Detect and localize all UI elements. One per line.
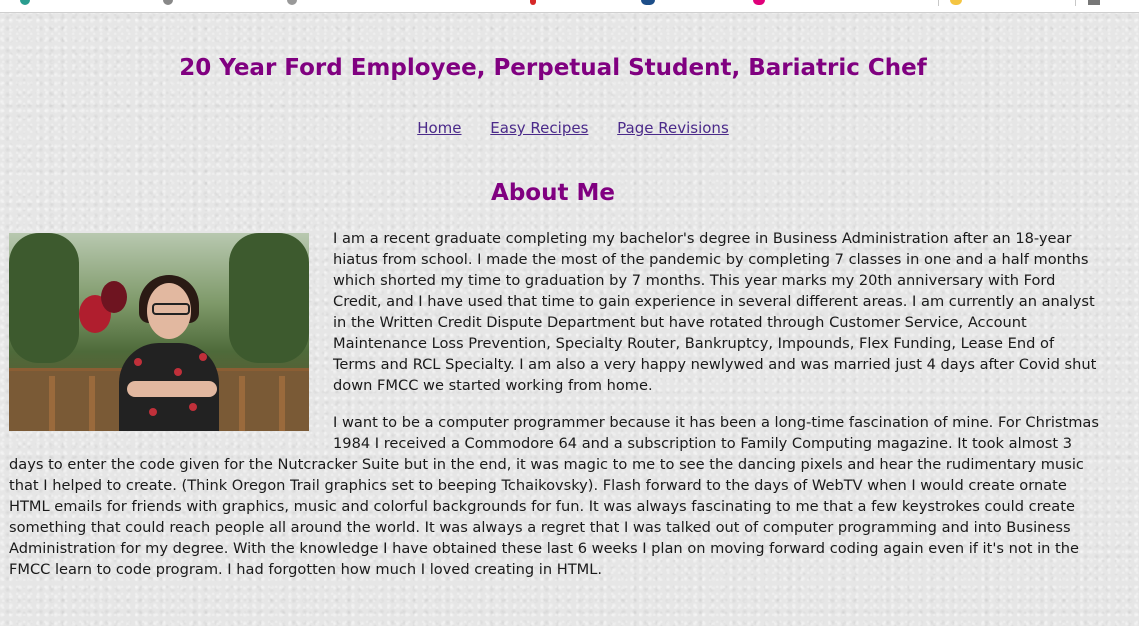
divider	[1075, 0, 1076, 6]
bookmark-icon[interactable]	[950, 0, 962, 5]
about-content: I am a recent graduate completing my bac…	[9, 228, 1099, 596]
nav-link-easy-recipes[interactable]: Easy Recipes	[490, 119, 588, 137]
person-arm	[127, 381, 217, 397]
nav-link-home[interactable]: Home	[417, 119, 461, 137]
bookmark-icon[interactable]	[530, 0, 536, 5]
balloon-shape	[101, 281, 127, 313]
dress-flower	[199, 353, 207, 361]
railing-post	[279, 376, 285, 431]
dress-flower	[134, 358, 142, 366]
bookmark-icon[interactable]	[641, 0, 655, 5]
nav-link-page-revisions[interactable]: Page Revisions	[617, 119, 729, 137]
browser-bookmarks-strip	[0, 0, 1139, 13]
profile-photo	[9, 233, 309, 431]
dress-flower	[149, 408, 157, 416]
tree-shape	[9, 233, 79, 363]
bookmark-icon[interactable]	[753, 0, 765, 5]
about-heading: About Me	[491, 180, 615, 206]
about-paragraph: I want to be a computer programmer becau…	[9, 414, 1099, 578]
main-nav: Home Easy Recipes Page Revisions	[0, 119, 1139, 137]
bookmark-icon[interactable]	[287, 0, 297, 5]
bookmark-icon[interactable]	[163, 0, 173, 5]
bookmark-icon[interactable]	[1088, 0, 1100, 5]
bookmark-icon[interactable]	[20, 0, 30, 5]
page-title: 20 Year Ford Employee, Perpetual Student…	[179, 55, 927, 81]
glasses-icon	[152, 303, 190, 315]
railing-post	[239, 376, 245, 431]
dress-flower	[189, 403, 197, 411]
railing-post	[49, 376, 55, 431]
dress-flower	[174, 368, 182, 376]
divider	[938, 0, 939, 6]
tree-shape	[229, 233, 309, 363]
railing-post	[89, 376, 95, 431]
